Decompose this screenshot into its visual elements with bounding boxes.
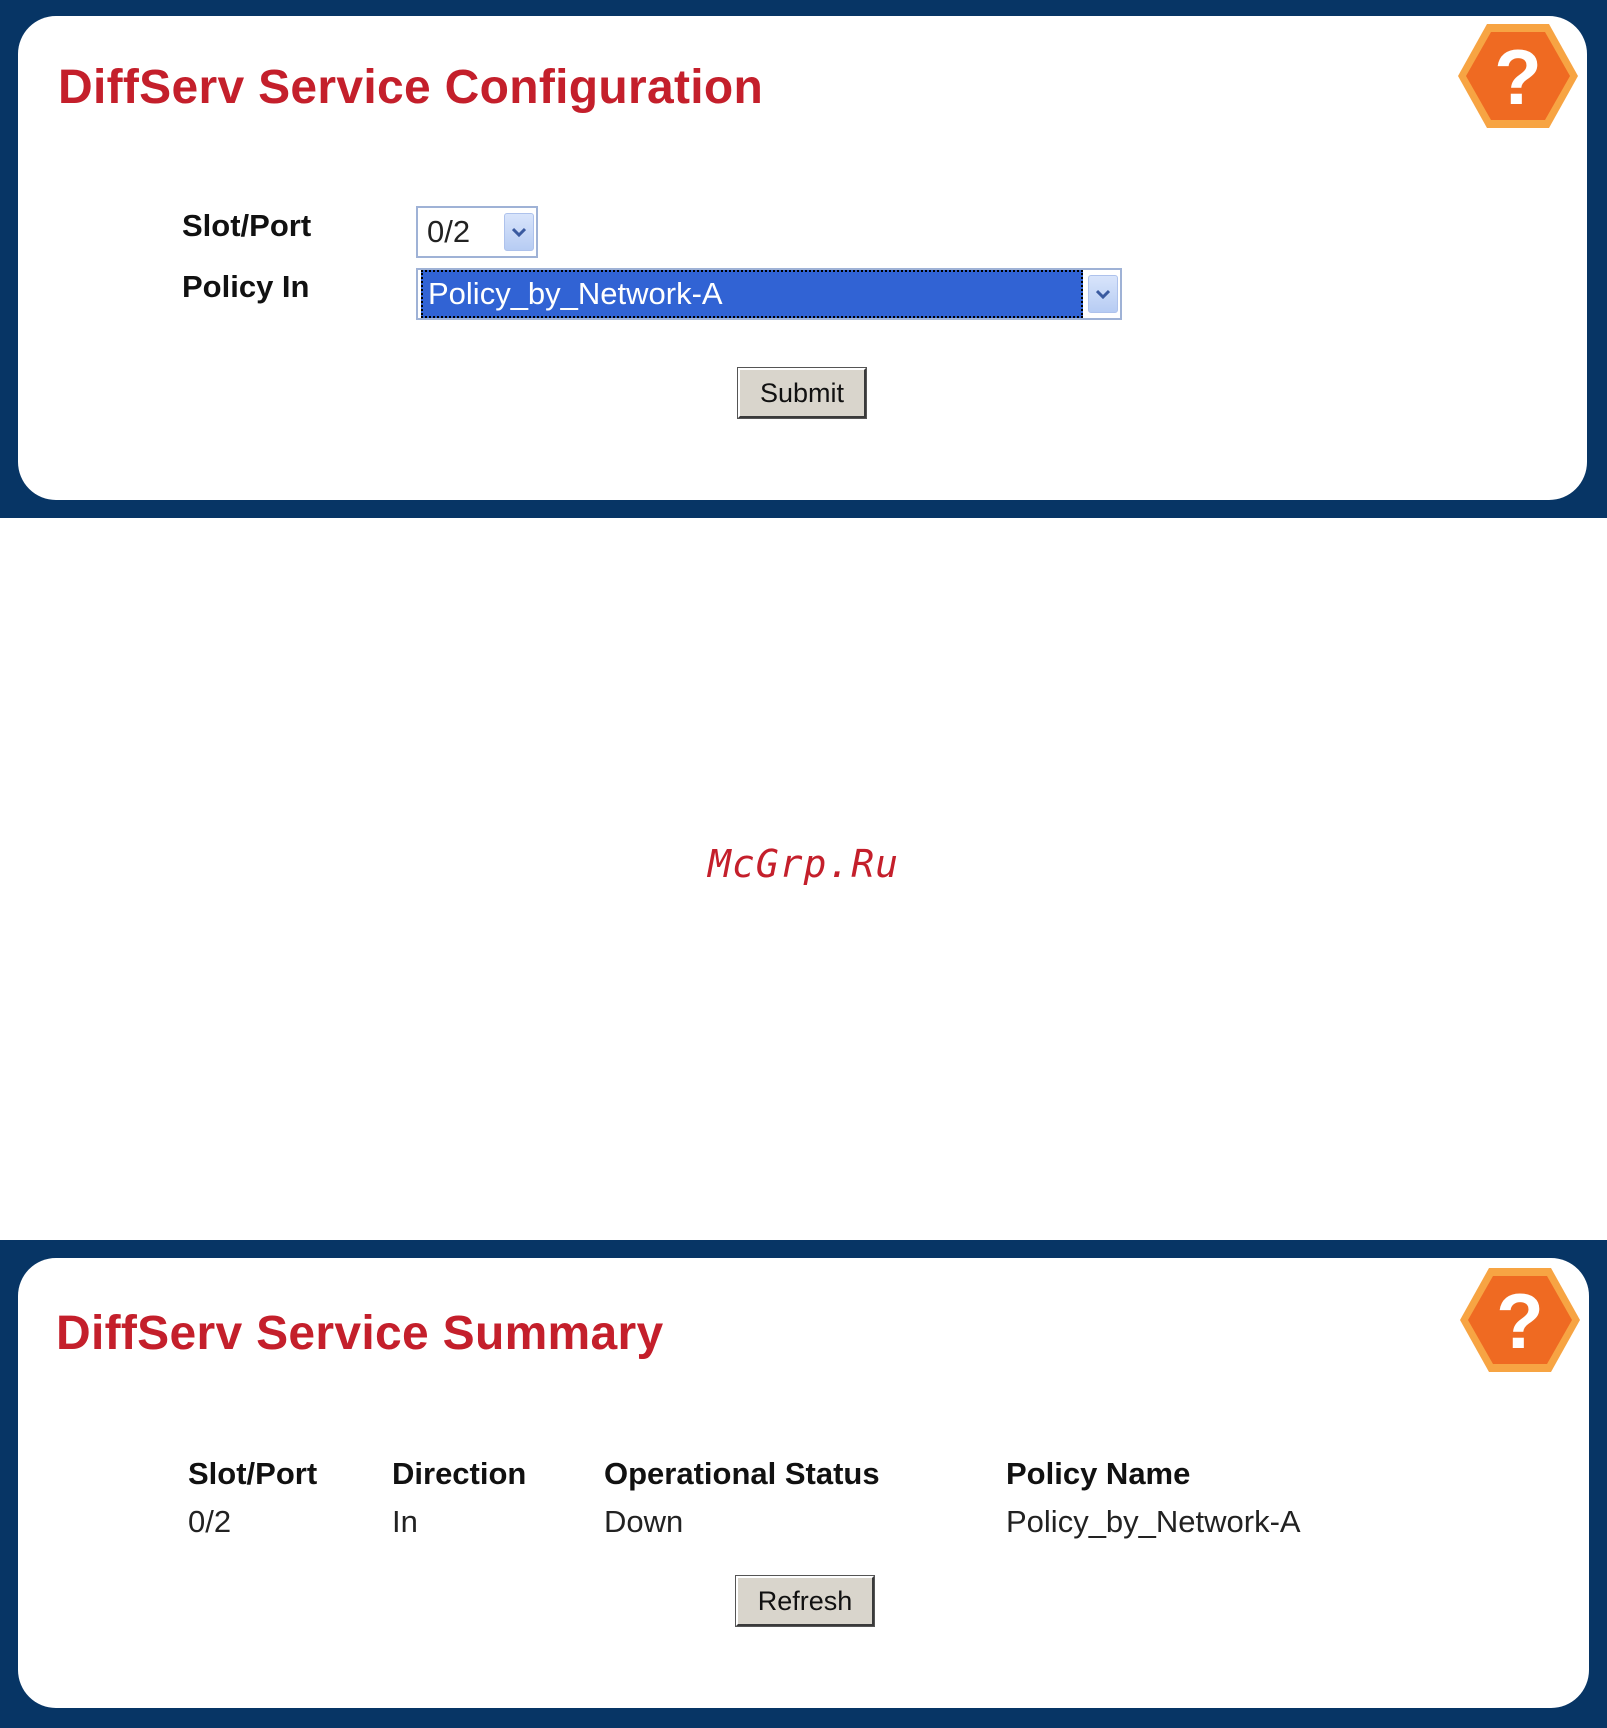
policy-in-select[interactable]: Policy_by_Network-A bbox=[416, 268, 1122, 320]
chevron-down-icon[interactable] bbox=[504, 213, 534, 251]
watermark-text: McGrp.Ru bbox=[708, 842, 900, 886]
table-cell-policy-name: Policy_by_Network-A bbox=[1006, 1504, 1301, 1539]
help-icon[interactable]: ? bbox=[1458, 1266, 1582, 1374]
column-header-direction: Direction bbox=[392, 1456, 527, 1491]
page-title: DiffServ Service Configuration bbox=[58, 61, 764, 114]
chevron-down-icon[interactable] bbox=[1088, 275, 1118, 313]
policy-in-label: Policy In bbox=[182, 269, 310, 304]
policy-in-value: Policy_by_Network-A bbox=[421, 270, 1083, 318]
summary-frame: DiffServ Service Summary ? Slot/Port Dir… bbox=[0, 1240, 1607, 1728]
help-icon[interactable]: ? bbox=[1456, 22, 1580, 130]
table-cell-slot-port: 0/2 bbox=[188, 1504, 232, 1539]
submit-button[interactable]: Submit bbox=[737, 367, 867, 419]
table-cell-direction: In bbox=[392, 1504, 418, 1539]
refresh-button[interactable]: Refresh bbox=[735, 1575, 875, 1627]
slot-port-select[interactable]: 0/2 bbox=[416, 206, 538, 258]
slot-port-value: 0/2 bbox=[427, 214, 471, 249]
column-header-policy-name: Policy Name bbox=[1006, 1456, 1191, 1491]
table-cell-operational-status: Down bbox=[604, 1504, 684, 1539]
config-frame: DiffServ Service Configuration ? Slot/Po… bbox=[0, 0, 1607, 518]
page-title: DiffServ Service Summary bbox=[56, 1307, 664, 1360]
summary-panel: DiffServ Service Summary ? Slot/Port Dir… bbox=[18, 1258, 1589, 1708]
config-panel: DiffServ Service Configuration ? Slot/Po… bbox=[18, 16, 1587, 500]
slot-port-label: Slot/Port bbox=[182, 208, 312, 243]
column-header-slot-port: Slot/Port bbox=[188, 1456, 318, 1491]
column-header-operational-status: Operational Status bbox=[604, 1456, 880, 1491]
svg-text:?: ? bbox=[1496, 1277, 1544, 1365]
svg-text:?: ? bbox=[1494, 33, 1542, 121]
